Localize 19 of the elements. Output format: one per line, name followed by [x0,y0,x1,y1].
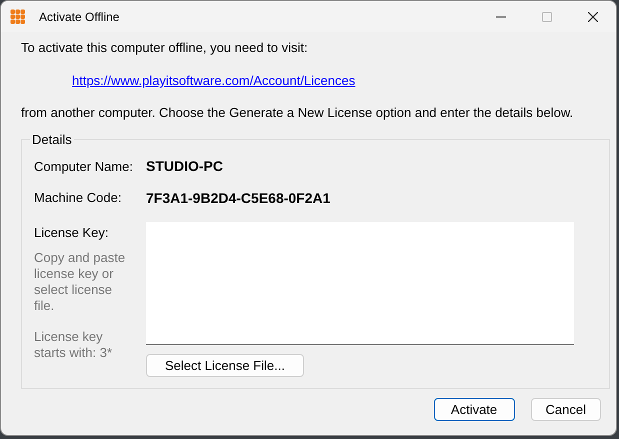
close-icon [588,12,598,22]
license-key-field[interactable] [146,222,574,345]
maximize-icon [542,12,552,22]
hint-text: Copy and paste license key or select license file. [34,250,126,314]
window-title: Activate Offline [39,10,120,24]
field-label: Machine Code: [34,190,122,205]
dialog-button[interactable]: Activate [434,398,515,421]
field-label: License Key: [34,225,110,240]
field-value: STUDIO-PC [146,158,223,174]
field-label: Computer Name: [34,158,134,174]
dialog-button[interactable]: Cancel [530,398,601,421]
app-icon [10,8,26,24]
hint-text: License key starts with: 3* [34,329,114,361]
intro-text: To activate this computer offline, you need to visit: [21,40,309,55]
select-file-button[interactable]: Select License File... [146,354,304,377]
instructions-text: from another computer. Choose the Generate a New License option and enter the details below. [21,105,574,120]
licences-link[interactable]: https://www.playitsoftware.com/Account/Licences [72,73,356,88]
group-legend: Details [30,132,74,147]
field-value: 7F3A1-9B2D4-C5E68-0F2A1 [146,190,330,206]
